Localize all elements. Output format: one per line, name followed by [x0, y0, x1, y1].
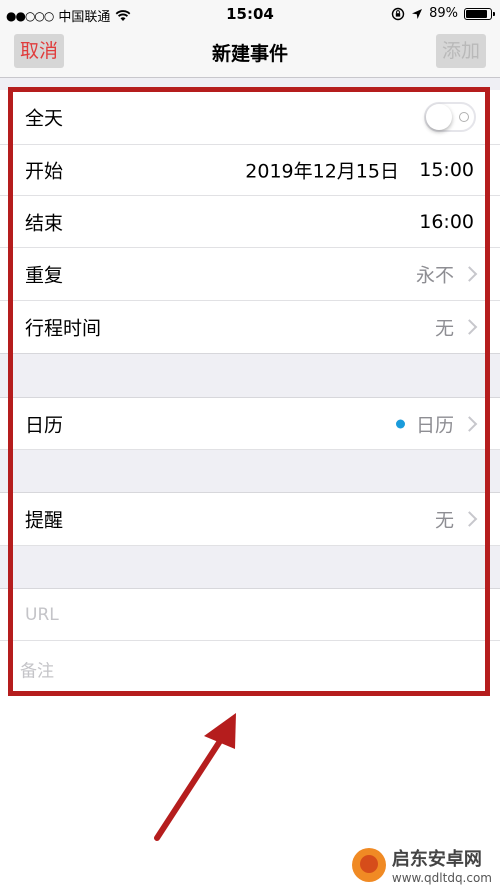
all-day-toggle[interactable] [424, 102, 476, 132]
all-day-row: 全天 [0, 90, 500, 145]
all-day-label: 全天 [25, 107, 64, 130]
orientation-lock-icon [391, 7, 405, 20]
toggle-off-indicator-icon [459, 112, 469, 122]
watermark-text: 启东安卓网 www.qdltdq.com [392, 845, 492, 885]
calendar-color-dot [396, 419, 405, 428]
battery-icon [464, 7, 495, 20]
watermark-title: 启东安卓网 [391, 849, 482, 870]
toggle-knob [426, 104, 452, 130]
battery-percent: 89% [429, 6, 458, 21]
repeat-row[interactable]: 重复 永不 [0, 248, 500, 301]
nav-bar: 取消 新建事件 添加 [0, 30, 500, 78]
url-row: URL [0, 588, 500, 641]
chevron-right-icon [461, 266, 478, 282]
repeat-label: 重复 [25, 264, 64, 287]
end-time: 16:00 [419, 210, 474, 233]
repeat-value: 永不 [415, 264, 454, 287]
notes-field[interactable]: 备注 [20, 657, 54, 682]
start-label: 开始 [25, 160, 64, 183]
status-right: 89% [391, 6, 495, 21]
chevron-right-icon [461, 415, 478, 432]
calendar-value: 日历 [415, 414, 454, 436]
travel-time-row[interactable]: 行程时间 无 [0, 301, 500, 354]
alert-value: 无 [434, 509, 454, 532]
watermark: 启东安卓网 www.qdltdq.com [351, 845, 492, 885]
location-arrow-icon [412, 8, 423, 19]
chevron-right-icon [461, 511, 478, 527]
section-gap [0, 546, 500, 588]
section-gap [0, 78, 500, 90]
page-title: 新建事件 [211, 43, 288, 65]
travel-time-label: 行程时间 [25, 317, 102, 340]
calendar-row[interactable]: 日历 日历 [0, 397, 500, 450]
alert-label: 提醒 [25, 509, 64, 532]
section-gap [0, 450, 500, 492]
calendar-label: 日历 [25, 414, 64, 436]
url-field[interactable]: URL [25, 605, 59, 625]
end-row[interactable]: 结束 16:00 [0, 196, 500, 248]
add-button[interactable]: 添加 [435, 34, 486, 68]
section-gap [0, 354, 500, 397]
start-row[interactable]: 开始 2019年12月15日 15:00 [0, 145, 500, 196]
watermark-logo-icon [351, 848, 386, 882]
watermark-url: www.qdltdq.com [391, 871, 492, 885]
start-time: 15:00 [419, 159, 474, 181]
start-date: 2019年12月15日 [245, 160, 399, 183]
alert-row[interactable]: 提醒 无 [0, 492, 500, 546]
status-bar: ●●○○○ 中国联通 15:04 89% [0, 0, 500, 30]
end-label: 结束 [25, 212, 64, 234]
battery-fill [466, 9, 488, 18]
chevron-right-icon [461, 319, 478, 335]
travel-time-value: 无 [434, 317, 454, 340]
